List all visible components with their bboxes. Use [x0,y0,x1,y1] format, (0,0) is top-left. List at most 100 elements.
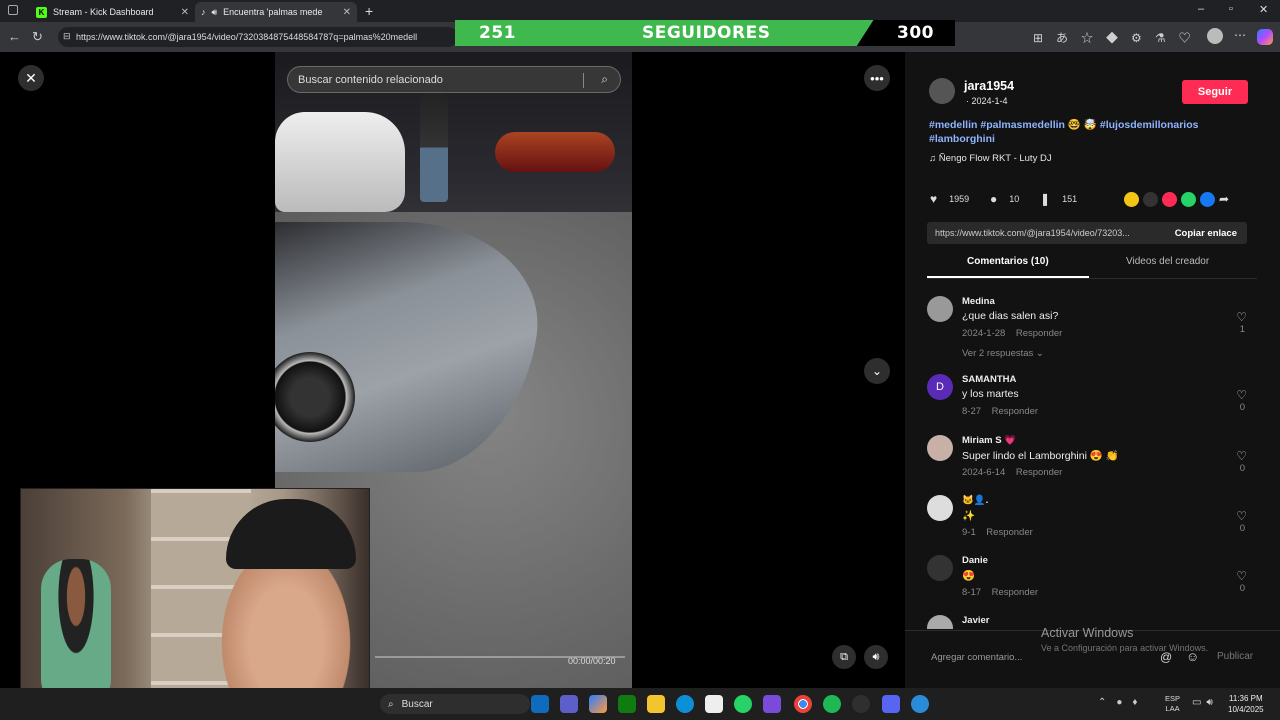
language-indicator[interactable]: ESP LAA [1165,694,1180,714]
comment-like-icon[interactable]: ♡ [1236,388,1247,402]
send-icon[interactable] [1162,191,1177,207]
coin-icon[interactable] [1124,191,1139,207]
edge-icon[interactable] [676,695,694,713]
tabs-divider [927,278,1257,279]
commenter-name[interactable]: SAMANTHA [962,374,1016,385]
comment-like-icon[interactable]: ♡ [1236,509,1247,523]
comment-text: ✨ [962,510,976,522]
comment-like-icon[interactable]: ♡ [1236,310,1247,324]
close-icon[interactable]: ✕ [343,7,351,18]
copilot-app-icon[interactable] [589,695,607,713]
whatsapp-app-icon[interactable] [734,695,752,713]
commenter-name[interactable]: Danie [962,555,988,566]
related-search-input[interactable]: Buscar contenido relacionado ⌕ [287,66,621,93]
reply-link[interactable]: Responder [1016,467,1062,478]
commenter-avatar[interactable] [927,615,953,629]
reply-link[interactable]: Responder [986,527,1032,538]
commenter-name[interactable]: 🐱‍👤. [962,495,988,506]
site-info-icon[interactable]: ⊟ [63,31,71,42]
facebook-icon[interactable] [1200,191,1215,207]
close-window-button[interactable]: ✕ [1259,3,1268,16]
search-icon[interactable]: ⌕ [601,72,608,87]
tab-tiktok-search[interactable]: ♪ 🔊︎ Encuentra 'palmas medellín' ✕ [195,2,357,22]
reload-icon[interactable]: ↻ [32,29,43,45]
comment-item: 🐱‍👤. ✨ 9-1 Responder ♡ 0 [927,495,1257,553]
next-video-button[interactable]: ⌄ [864,358,890,384]
volume-button[interactable]: 🔊︎ [864,645,888,669]
save-action[interactable]: ❚ 151 [1040,190,1077,208]
bookmark-icon: ❚ [1040,192,1051,206]
creator-avatar[interactable] [929,78,955,104]
tab-comments[interactable]: Comentarios (10) [967,256,1049,276]
teams-icon[interactable] [560,695,578,713]
obs-icon[interactable] [852,695,870,713]
tab-label: Stream - Kick Dashboard [53,7,154,17]
comment-meta: 9-1 Responder [962,527,1033,538]
minimize-button[interactable]: – [1198,3,1204,15]
reply-link[interactable]: Responder [1016,328,1062,339]
commenter-avatar[interactable] [927,495,953,521]
comment-like-icon[interactable]: ♡ [1236,569,1247,583]
xbox-icon[interactable] [618,695,636,713]
copy-link-button[interactable]: Copiar enlace [1175,228,1237,239]
commenter-name[interactable]: Miriam S 💗 [962,435,1016,446]
like-action[interactable]: ♥ 1959 [930,190,969,208]
embed-icon[interactable] [1143,191,1158,207]
copilot-icon[interactable] [1257,29,1273,45]
follower-goal-bar: 251 SEGUIDORES 300 [455,20,955,46]
discord-icon[interactable] [882,695,900,713]
post-caption-line2[interactable]: #lamborghini [929,133,995,145]
post-caption-line1[interactable]: #medellin #palmasmedellin 🤓 🤯 #lujosdemi… [929,118,1198,131]
comment-like-count: 0 [1239,402,1245,413]
creator-username[interactable]: jara1954 [964,79,1014,93]
share-arrow-icon[interactable]: ➦ [1219,192,1229,206]
url-field[interactable]: https://www.tiktok.com/@jara1954/video/7… [58,27,458,47]
commenter-avatar[interactable] [927,555,953,581]
commenter-name[interactable]: Medina [962,296,995,307]
whatsapp-icon[interactable] [1181,191,1196,207]
clock[interactable]: 11:36 PM 10/4/2025 [1228,693,1264,715]
comment-action[interactable]: ● 10 [990,190,1019,208]
taskbar-search[interactable]: ⌕ Buscar [380,694,530,714]
app-icon[interactable] [763,695,781,713]
tab-creator-videos[interactable]: Videos del creador [1126,256,1209,276]
close-viewer-button[interactable]: ✕ [18,65,44,91]
view-replies-link[interactable]: Ver 2 respuestas ⌄ [962,348,1044,359]
post-music[interactable]: ♫ Ñengo Flow RKT - Luty DJ [929,153,1052,164]
tab-kick-dashboard[interactable]: K Stream - Kick Dashboard ✕ [30,2,195,22]
follow-button[interactable]: Seguir [1182,80,1248,104]
maximize-button[interactable]: ▫ [1229,3,1233,15]
profile-avatar[interactable] [1207,28,1223,44]
pip-button[interactable]: ⧉ [832,645,856,669]
reply-link[interactable]: Responder [992,587,1038,598]
app-globe-icon[interactable] [911,695,929,713]
comment-like-icon[interactable]: ♡ [1236,449,1247,463]
commenter-avatar[interactable]: D [927,374,953,400]
system-tray-icons[interactable]: ▭🔊︎ [1192,697,1218,708]
webcam-person-left [41,559,111,709]
goal-target: 300 [897,23,934,43]
video-person [420,92,448,202]
store-icon[interactable] [705,695,723,713]
reply-link[interactable]: Responder [992,406,1038,417]
more-options-button[interactable]: ••• [864,65,890,91]
new-tab-button[interactable]: + [365,3,373,19]
explorer-icon[interactable] [647,695,665,713]
commenter-avatar[interactable] [927,296,953,322]
commenter-name[interactable]: Javier [962,615,989,626]
menu-icon[interactable]: ⋯ [1234,28,1246,42]
activate-windows-title: Activar Windows [1041,626,1134,640]
spotify-icon[interactable] [823,695,841,713]
commenter-avatar[interactable] [927,435,953,461]
video-white-car [275,112,405,212]
back-icon[interactable]: ← [8,29,21,44]
comment-like-count: 0 [1239,463,1245,474]
post-link-field[interactable]: https://www.tiktok.com/@jara1954/video/7… [927,222,1247,244]
goal-label: SEGUIDORES [642,23,771,43]
outlook-icon[interactable] [531,695,549,713]
close-icon[interactable]: ✕ [181,7,189,18]
publish-button[interactable]: Publicar [1217,651,1253,662]
chrome-icon[interactable] [794,695,812,713]
speaker-icon[interactable]: 🔊︎ [212,7,218,18]
window-menu-icon[interactable] [8,5,18,15]
